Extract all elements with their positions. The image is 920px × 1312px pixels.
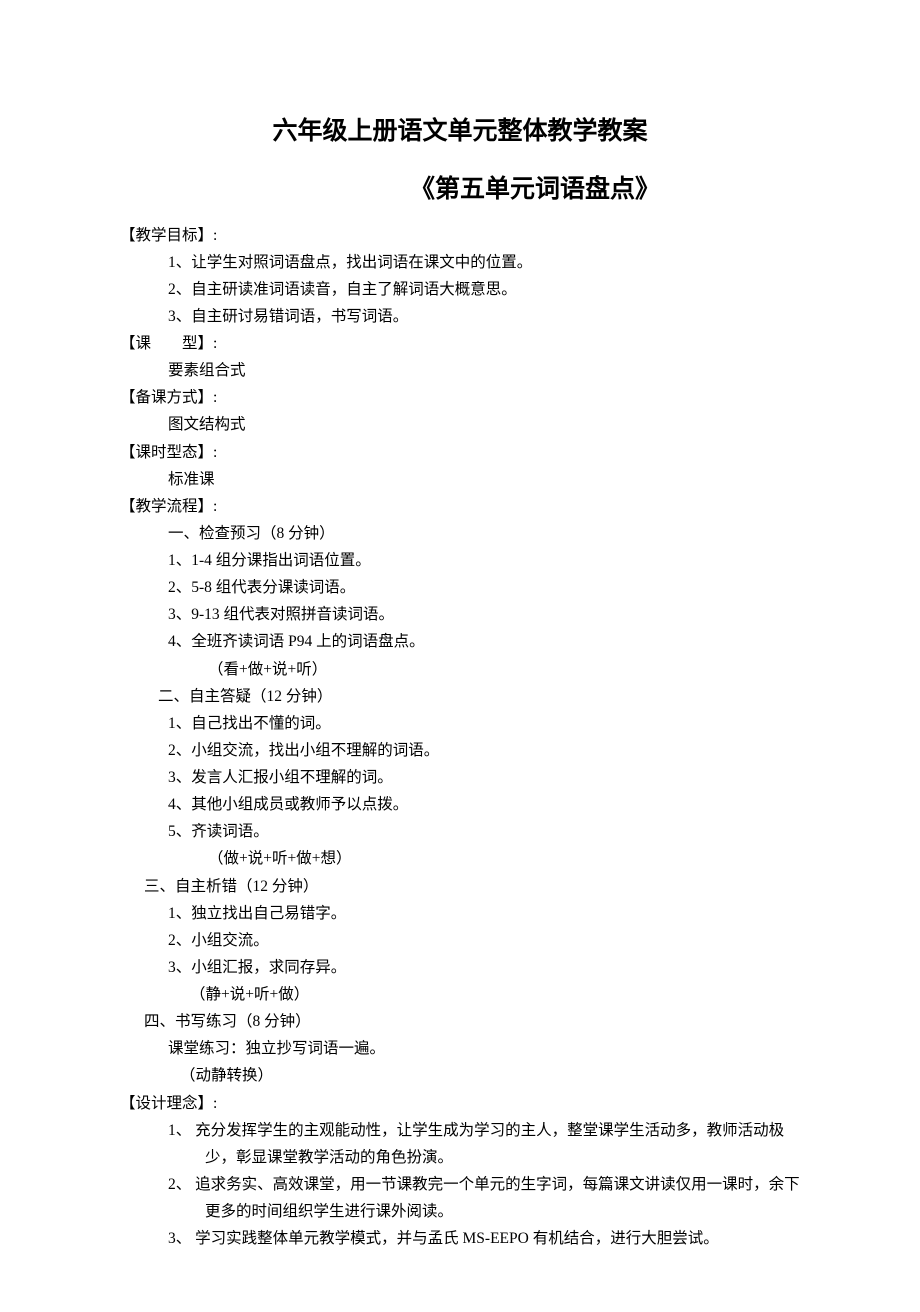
flow-heading: 【教学流程】: [120, 493, 800, 520]
document-page: 六年级上册语文单元整体教学教案 《第五单元词语盘点》 【教学目标】: 1、让学生… [0, 0, 920, 1312]
flow-part2-note: （做+说+听+做+想） [120, 845, 800, 872]
sub-title: 《第五单元词语盘点》 [120, 168, 800, 212]
flow-part2-item: 3、发言人汇报小组不理解的词。 [120, 764, 800, 791]
flow-part2-item: 4、其他小组成员或教师予以点拨。 [120, 791, 800, 818]
flow-part3-item: 1、独立找出自己易错字。 [120, 900, 800, 927]
flow-part2-title: 二、自主答疑（12 分钟） [120, 683, 800, 710]
design-item: 2、 追求务实、高效课堂，用一节课教完一个单元的生字词，每篇课文讲读仅用一课时，… [120, 1171, 800, 1225]
goals-heading: 【教学目标】: [120, 222, 800, 249]
flow-part1-item: 4、全班齐读词语 P94 上的词语盘点。 [120, 628, 800, 655]
prep-heading: 【备课方式】: [120, 384, 800, 411]
flow-part4-title: 四、书写练习（8 分钟） [120, 1008, 800, 1035]
flow-part3-item: 2、小组交流。 [120, 927, 800, 954]
flow-part3-item: 3、小组汇报，求同存异。 [120, 954, 800, 981]
period-heading: 【课时型态】: [120, 439, 800, 466]
flow-part3-title: 三、自主析错（12 分钟） [120, 873, 800, 900]
design-heading: 【设计理念】: [120, 1090, 800, 1117]
flow-part1-title: 一、检查预习（8 分钟） [120, 520, 800, 547]
flow-part1-item: 2、5-8 组代表分课读词语。 [120, 574, 800, 601]
design-item: 3、 学习实践整体单元教学模式，并与孟氏 MS-EEPO 有机结合，进行大胆尝试… [120, 1225, 800, 1252]
design-item: 1、 充分发挥学生的主观能动性，让学生成为学习的主人，整堂课学生活动多，教师活动… [120, 1117, 800, 1171]
flow-part4-line: 课堂练习：独立抄写词语一遍。 [120, 1035, 800, 1062]
goals-item: 3、自主研讨易错词语，书写词语。 [120, 303, 800, 330]
goals-item: 2、自主研读准词语读音，自主了解词语大概意思。 [120, 276, 800, 303]
type-value: 要素组合式 [120, 357, 800, 384]
flow-part3-note: （静+说+听+做） [120, 981, 800, 1008]
flow-part1-item: 1、1-4 组分课指出词语位置。 [120, 547, 800, 574]
flow-part2-item: 1、自己找出不懂的词。 [120, 710, 800, 737]
flow-part1-note: （看+做+说+听） [120, 656, 800, 683]
period-value: 标准课 [120, 466, 800, 493]
flow-part1-item: 3、9-13 组代表对照拼音读词语。 [120, 601, 800, 628]
goals-item: 1、让学生对照词语盘点，找出词语在课文中的位置。 [120, 249, 800, 276]
flow-part4-note: （动静转换） [120, 1062, 800, 1089]
type-heading: 【课 型】: [120, 330, 800, 357]
flow-part2-item: 2、小组交流，找出小组不理解的词语。 [120, 737, 800, 764]
main-title: 六年级上册语文单元整体教学教案 [120, 110, 800, 154]
flow-part2-item: 5、齐读词语。 [120, 818, 800, 845]
prep-value: 图文结构式 [120, 411, 800, 438]
